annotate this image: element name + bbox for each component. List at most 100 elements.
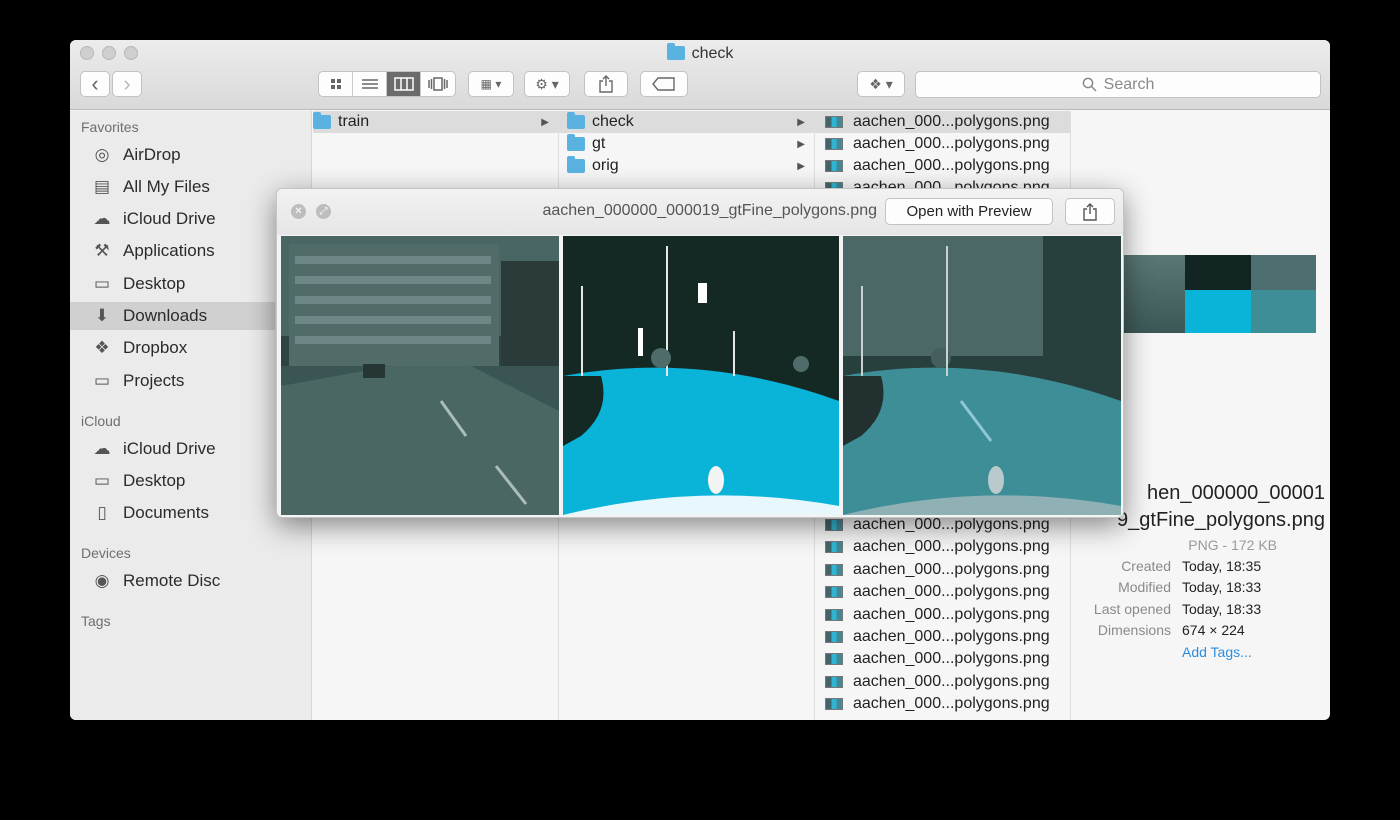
forward-button[interactable]: › [112, 71, 142, 97]
file-row[interactable]: aachen_000...polygons.png [815, 648, 1070, 670]
last-opened-value: Today, 18:33 [1182, 601, 1262, 617]
file-row[interactable]: aachen_000...polygons.png [815, 155, 1070, 177]
sidebar-item-label: Documents [123, 503, 209, 522]
sidebar-item-dropbox[interactable]: ❖ Dropbox [70, 334, 275, 362]
folder-row-label: train [338, 113, 370, 130]
file-row[interactable]: aachen_000...polygons.png [815, 536, 1070, 558]
folder-icon [666, 43, 685, 60]
file-row[interactable]: aachen_000...polygons.png [815, 559, 1070, 581]
sidebar-item-label: AirDrop [123, 145, 181, 164]
sidebar-item-projects[interactable]: ▭ Projects [70, 367, 275, 395]
dropbox-icon: ❖ ▾ [869, 75, 893, 92]
gear-icon: ⚙ ▾ [535, 75, 559, 92]
png-file-icon [825, 138, 843, 150]
folder-row-label: gt [592, 135, 606, 152]
sidebar-item-icloud-desktop[interactable]: ▭ Desktop [70, 467, 275, 495]
png-file-icon [825, 631, 843, 643]
share-icon [599, 75, 613, 93]
favorites-header: Favorites [81, 119, 139, 135]
file-row-label: aachen_000...polygons.png [853, 583, 1050, 600]
window-title: check [70, 43, 1330, 63]
documents-icon: ▯ [97, 503, 107, 522]
modified-label: Modified [1118, 579, 1171, 595]
file-row[interactable]: aachen_000...polygons.png [815, 604, 1070, 626]
search-field[interactable]: Search [915, 71, 1321, 98]
desktop-icon: ▭ [93, 471, 111, 490]
quick-look-share-button[interactable] [1065, 198, 1115, 225]
sidebar-item-label: Applications [123, 241, 215, 260]
dropbox-button[interactable]: ❖ ▾ [857, 71, 905, 97]
back-button[interactable]: ‹ [80, 71, 110, 97]
folder-icon [567, 112, 585, 129]
png-file-icon [825, 564, 843, 576]
title-bar: check ‹ › ▦ ▾ ⚙ ▾ ❖ ▾ Search [70, 40, 1330, 110]
folder-row-check[interactable]: check ▶ [559, 111, 814, 133]
disclosure-arrow-icon: ▶ [797, 116, 805, 128]
quick-look-fullscreen-button[interactable]: ⤢ [316, 204, 331, 219]
file-row[interactable]: aachen_000...polygons.png [815, 111, 1070, 133]
file-row[interactable]: aachen_000...polygons.png [815, 581, 1070, 603]
chevron-left-icon: ‹ [91, 71, 99, 96]
folder-row-gt[interactable]: gt ▶ [559, 133, 814, 155]
search-icon [1082, 77, 1097, 92]
file-row[interactable]: aachen_000...polygons.png [815, 133, 1070, 155]
tag-button[interactable] [640, 71, 688, 97]
action-button[interactable]: ⚙ ▾ [524, 71, 570, 97]
file-row[interactable]: aachen_000...polygons.png [815, 626, 1070, 648]
add-tags-link[interactable]: Add Tags... [1182, 644, 1252, 660]
sidebar-item-label: iCloud Drive [123, 439, 216, 458]
sidebar-item-applications[interactable]: ⚒ Applications [70, 237, 275, 265]
list-view-button[interactable] [353, 72, 387, 96]
sidebar-item-label: Projects [123, 371, 185, 390]
png-file-icon [825, 541, 843, 553]
arrange-icon: ▦ ▾ [480, 77, 502, 91]
dimensions-value: 674 × 224 [1182, 622, 1245, 638]
file-kind-size: PNG - 172 KB [1188, 537, 1277, 553]
sidebar-item-icloud-drive-2[interactable]: ☁ iCloud Drive [70, 435, 275, 463]
sidebar-item-label: Desktop [123, 274, 186, 293]
share-button[interactable] [584, 71, 628, 97]
list-view-icon [361, 79, 378, 89]
cloud-icon: ☁ [93, 209, 111, 228]
file-row-label: aachen_000...polygons.png [853, 606, 1050, 623]
sidebar-item-label: Desktop [123, 471, 186, 490]
search-placeholder: Search [1103, 75, 1155, 93]
arrange-button[interactable]: ▦ ▾ [468, 71, 514, 97]
sidebar-item-airdrop[interactable]: ◎ AirDrop [70, 141, 275, 169]
all-files-icon: ▤ [93, 177, 111, 196]
folder-row-label: check [592, 113, 634, 130]
file-row-label: aachen_000...polygons.png [853, 113, 1050, 130]
file-row-label: aachen_000...polygons.png [853, 516, 1050, 533]
sidebar-item-desktop[interactable]: ▭ Desktop [70, 270, 275, 298]
folder-row-train[interactable]: train ▶ [313, 111, 558, 133]
sidebar-item-documents[interactable]: ▯ Documents [70, 499, 275, 527]
share-icon [1083, 202, 1097, 221]
folder-row-orig[interactable]: orig ▶ [559, 155, 814, 177]
open-with-preview-button[interactable]: Open with Preview [885, 198, 1053, 225]
sidebar-item-label: All My Files [123, 177, 210, 196]
cloud-icon: ☁ [93, 439, 111, 458]
file-row[interactable]: aachen_000...polygons.png [815, 671, 1070, 693]
sidebar-item-icloud-drive[interactable]: ☁ iCloud Drive [70, 205, 275, 233]
column-view-button[interactable] [387, 72, 421, 96]
segmentation-preview-image [281, 236, 1121, 515]
cover-flow-view-button[interactable] [421, 72, 455, 96]
sidebar-item-all-my-files[interactable]: ▤ All My Files [70, 173, 275, 201]
applications-icon: ⚒ [94, 241, 110, 260]
segmentation-mask-panel [563, 236, 839, 515]
png-file-icon [825, 586, 843, 598]
icon-view-button[interactable] [319, 72, 353, 96]
airdrop-icon: ◎ [94, 145, 110, 164]
png-file-icon [825, 160, 843, 172]
disc-icon: ◉ [94, 571, 110, 590]
cover-flow-view-icon [428, 77, 448, 91]
file-row[interactable]: aachen_000...polygons.png [815, 693, 1070, 715]
png-file-icon [825, 698, 843, 710]
sidebar-item-downloads[interactable]: ⬇ Downloads [70, 302, 275, 330]
created-value: Today, 18:35 [1182, 558, 1262, 574]
sidebar-item-label: Downloads [123, 306, 208, 325]
quick-look-close-button[interactable]: ✕ [291, 204, 306, 219]
sidebar-item-remote-disc[interactable]: ◉ Remote Disc [70, 567, 275, 595]
desktop-icon: ▭ [93, 274, 111, 293]
folder-icon: ▭ [93, 371, 111, 390]
